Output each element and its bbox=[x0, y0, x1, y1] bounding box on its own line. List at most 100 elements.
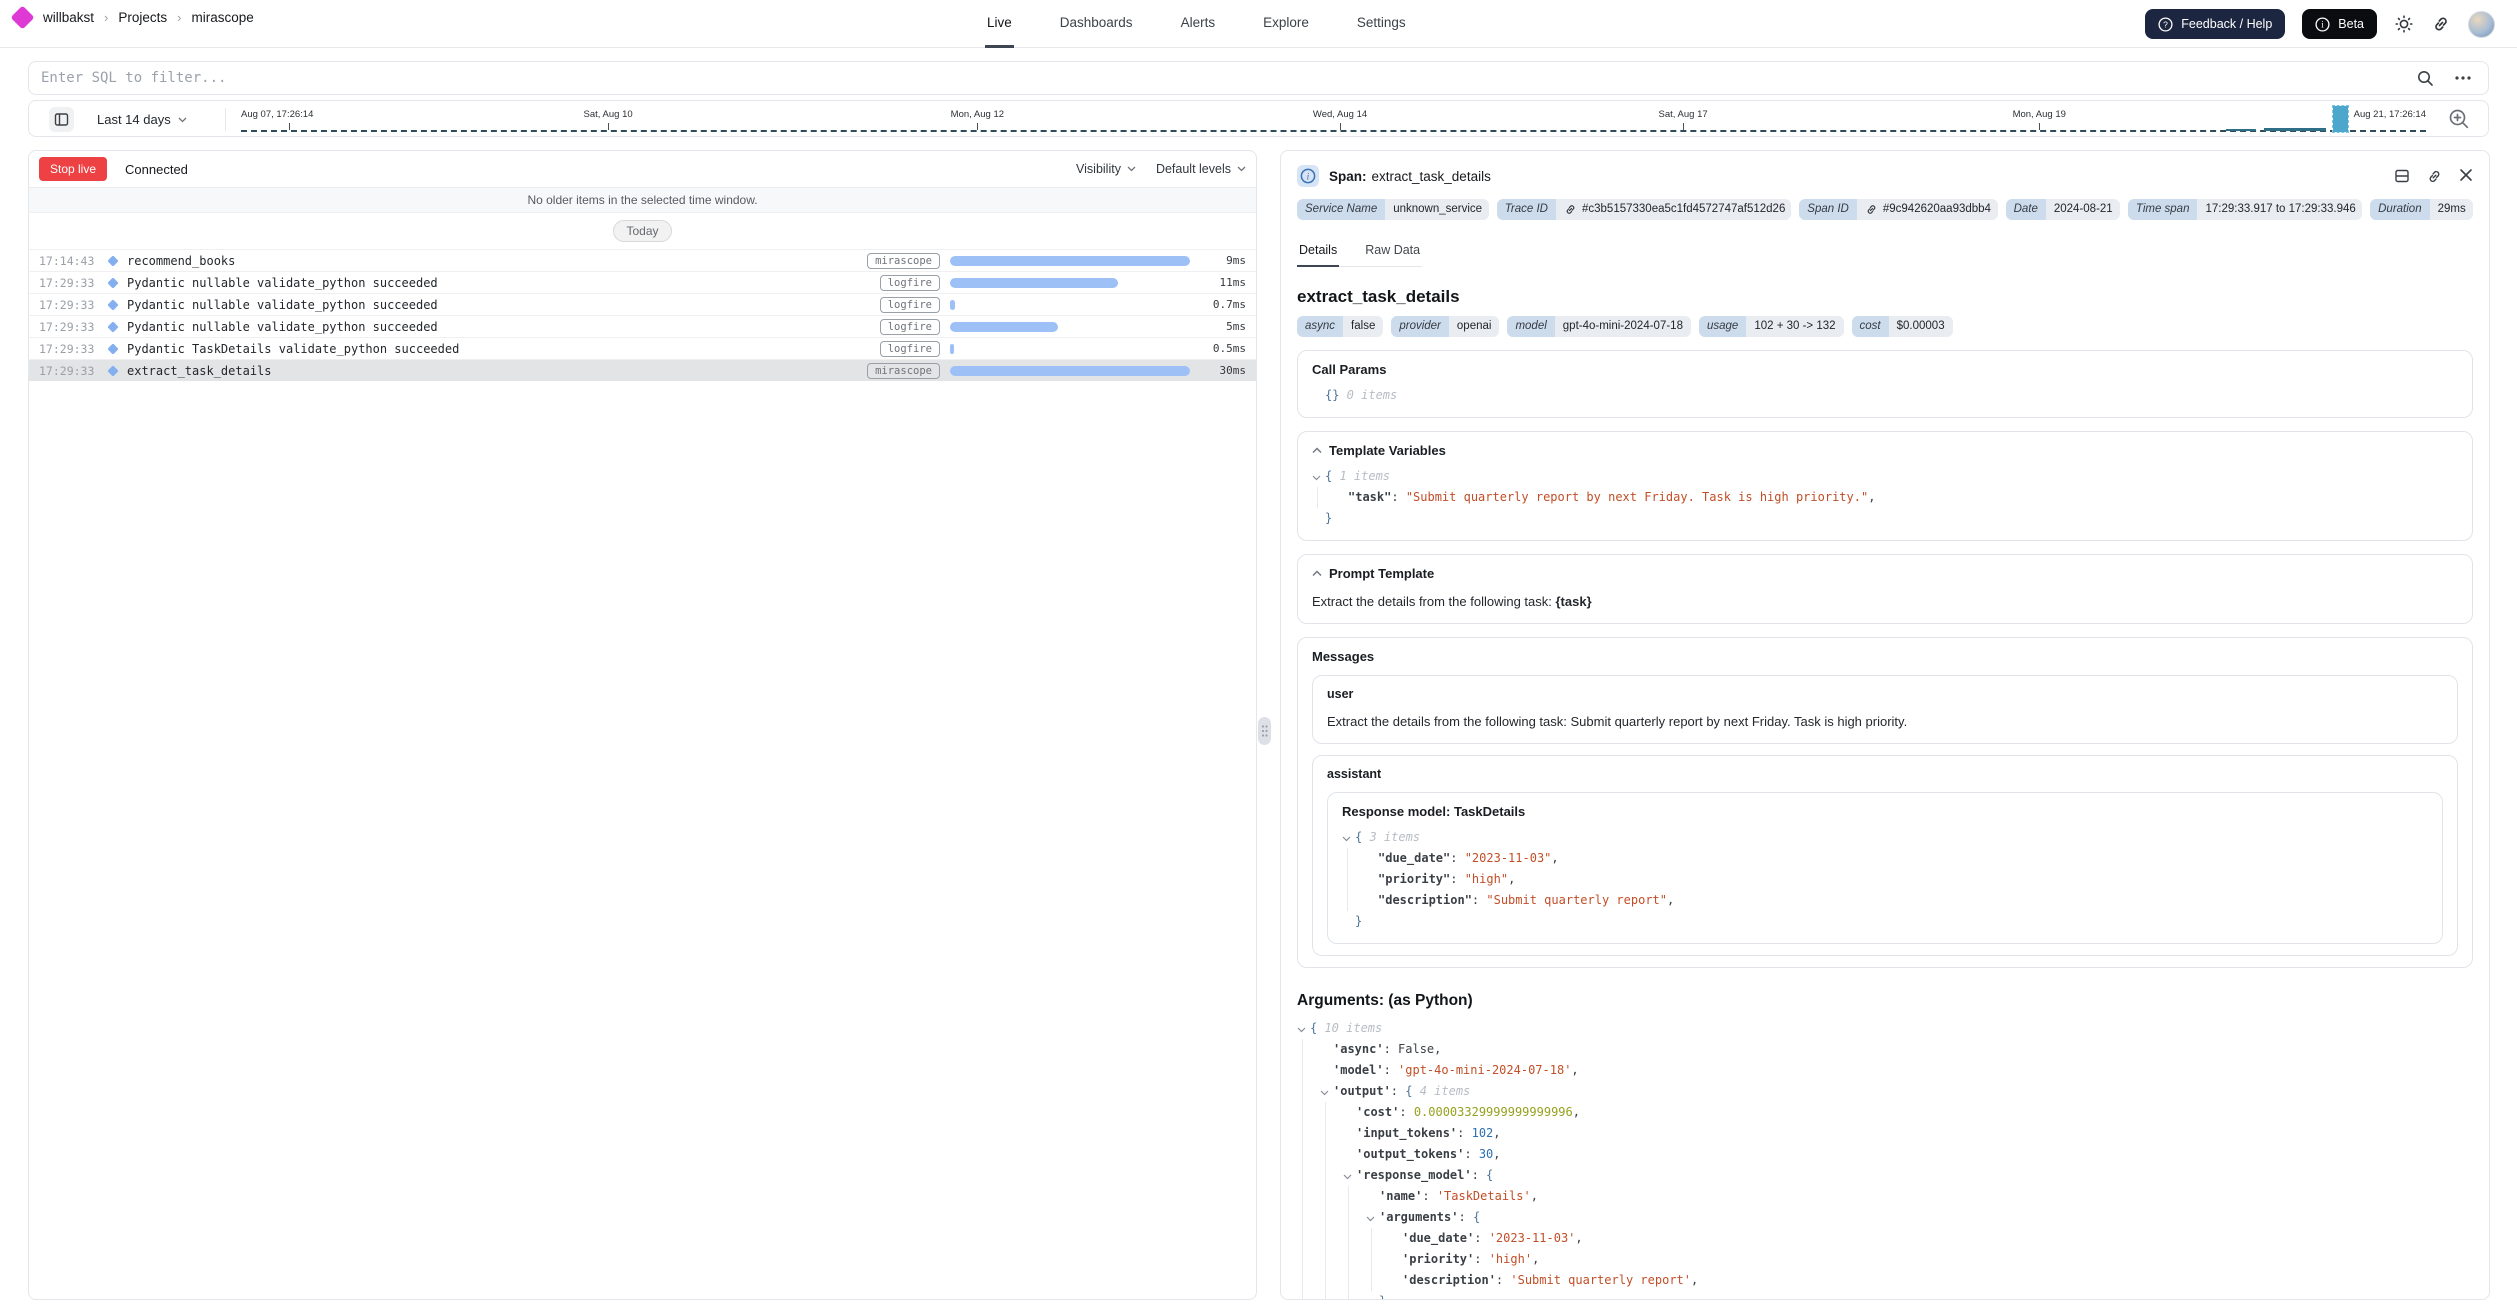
tree-collapse-toggle[interactable] bbox=[1320, 1090, 1333, 1096]
tree-token-it: 1 items bbox=[1332, 466, 1390, 487]
tree-line: 'output_tokens': 30, bbox=[1343, 1144, 2473, 1165]
panel-splitter-handle[interactable] bbox=[1258, 717, 1271, 745]
nav-tab-dashboards[interactable]: Dashboards bbox=[1058, 0, 1135, 48]
nav-tab-live[interactable]: Live bbox=[985, 0, 1014, 48]
time-range-dropdown[interactable]: Last 14 days bbox=[97, 101, 187, 138]
badge-label: async bbox=[1297, 316, 1343, 337]
tree-collapse-icon[interactable] bbox=[1366, 1216, 1375, 1222]
span-heading: extract_task_details bbox=[1297, 287, 2473, 307]
day-divider-chip: Today bbox=[613, 220, 671, 242]
badge-value: openai bbox=[1449, 316, 1500, 337]
tree-line: { 3 items bbox=[1342, 827, 2428, 848]
span-diamond-icon bbox=[107, 255, 118, 266]
tree-token-it: 0 items bbox=[1339, 385, 1397, 406]
timeline-selection[interactable] bbox=[2333, 106, 2348, 132]
nav-tab-settings[interactable]: Settings bbox=[1355, 0, 1408, 48]
tree-token-p: : bbox=[1496, 1270, 1510, 1291]
timeline-tick-label: Aug 21, 17:26:14 bbox=[2354, 109, 2426, 120]
tree-collapse-icon[interactable] bbox=[1320, 1090, 1329, 1096]
tree-line: { 10 items bbox=[1297, 1018, 2473, 1039]
tree-collapse-toggle[interactable] bbox=[1297, 1027, 1310, 1033]
close-icon[interactable] bbox=[2459, 168, 2473, 182]
trace-row-name: Pydantic nullable validate_python succee… bbox=[127, 298, 880, 312]
logo-diamond-icon[interactable] bbox=[10, 5, 34, 29]
default-levels-dropdown[interactable]: Default levels bbox=[1156, 162, 1246, 176]
trace-row-name: Pydantic TaskDetails validate_python suc… bbox=[127, 342, 880, 356]
call-params-title: Call Params bbox=[1312, 362, 2458, 377]
tree-collapse-toggle[interactable] bbox=[1342, 836, 1355, 842]
empty-window-notice: No older items in the selected time wind… bbox=[29, 188, 1256, 213]
response-model-tree: { 3 items"due_date": "2023-11-03","prior… bbox=[1342, 827, 2428, 932]
badge-label: Trace ID bbox=[1497, 199, 1556, 220]
user-message-card: user Extract the details from the follow… bbox=[1312, 675, 2458, 744]
trace-row[interactable]: 17:29:33Pydantic nullable validate_pytho… bbox=[29, 315, 1256, 337]
beta-button[interactable]: i Beta bbox=[2302, 9, 2377, 39]
tree-token-s: "high" bbox=[1465, 869, 1508, 890]
trace-row-name: extract_task_details bbox=[127, 364, 867, 378]
duration-bar bbox=[950, 300, 955, 310]
badge-label: model bbox=[1507, 316, 1554, 337]
messages-card: Messages user Extract the details from t… bbox=[1297, 637, 2473, 968]
meta-badge-service-name: Service Nameunknown_service bbox=[1297, 199, 1489, 220]
tree-collapse-icon[interactable] bbox=[1312, 475, 1321, 481]
share-link-button[interactable] bbox=[2431, 14, 2451, 34]
breadcrumb-org[interactable]: willbakst bbox=[43, 10, 94, 25]
sidebar-toggle-button[interactable] bbox=[49, 107, 74, 132]
tree-group: 'async': False,'model': 'gpt-4o-mini-202… bbox=[1302, 1039, 2473, 1300]
badge-value[interactable]: #c3b5157330ea5c1fd4572747af512d26 bbox=[1556, 199, 1791, 220]
tree-collapse-icon[interactable] bbox=[1343, 1174, 1352, 1180]
tree-line: } bbox=[1342, 911, 2428, 932]
user-avatar[interactable] bbox=[2468, 11, 2495, 38]
trace-row[interactable]: 17:14:43recommend_booksmirascope9ms bbox=[29, 249, 1256, 271]
trace-row[interactable]: 17:29:33Pydantic TaskDetails validate_py… bbox=[29, 337, 1256, 359]
badge-label: Service Name bbox=[1297, 199, 1385, 220]
breadcrumb-project[interactable]: mirascope bbox=[191, 10, 253, 25]
trace-row[interactable]: 17:29:33extract_task_detailsmirascope30m… bbox=[29, 359, 1256, 381]
nav-tab-explore[interactable]: Explore bbox=[1261, 0, 1311, 48]
chevron-up-icon[interactable] bbox=[1312, 447, 1322, 454]
split-view-icon[interactable] bbox=[2394, 168, 2410, 184]
tree-collapse-toggle[interactable] bbox=[1366, 1216, 1379, 1222]
tree-collapse-toggle[interactable] bbox=[1343, 1174, 1356, 1180]
tree-collapse-icon[interactable] bbox=[1342, 836, 1351, 842]
more-options-icon[interactable] bbox=[2454, 75, 2472, 81]
tree-collapse-toggle[interactable] bbox=[1312, 475, 1325, 481]
tree-line: 'name': 'TaskDetails', bbox=[1366, 1186, 2473, 1207]
tree-token-p: , bbox=[1575, 1228, 1582, 1249]
tree-token-it: 3 items bbox=[1362, 827, 1420, 848]
template-variables-tree: { 1 items"task": "Submit quarterly repor… bbox=[1312, 466, 2458, 529]
tree-collapse-icon[interactable] bbox=[1297, 1027, 1306, 1033]
tree-group: "due_date": "2023-11-03","priority": "hi… bbox=[1347, 848, 2428, 911]
trace-row[interactable]: 17:29:33Pydantic nullable validate_pytho… bbox=[29, 271, 1256, 293]
zoom-in-button[interactable] bbox=[2448, 108, 2470, 130]
breadcrumb-projects[interactable]: Projects bbox=[118, 10, 167, 25]
live-controls: Stop live Connected Visibility Default l… bbox=[29, 151, 1256, 188]
span-tab-details[interactable]: Details bbox=[1297, 237, 1339, 267]
nav-tab-alerts[interactable]: Alerts bbox=[1179, 0, 1218, 48]
tree-token-k: "description" bbox=[1378, 890, 1472, 911]
timeline-histogram[interactable]: Aug 07, 17:26:14Sat, Aug 10Mon, Aug 12We… bbox=[241, 101, 2426, 138]
timeline-tick-label: Sat, Aug 10 bbox=[584, 109, 633, 120]
sql-filter-input[interactable]: Enter SQL to filter... bbox=[41, 70, 226, 86]
sql-filter-bar[interactable]: Enter SQL to filter... bbox=[28, 61, 2489, 95]
span-diamond-icon bbox=[107, 299, 118, 310]
visibility-dropdown[interactable]: Visibility bbox=[1076, 162, 1136, 176]
search-icon[interactable] bbox=[2417, 70, 2434, 87]
stop-live-button[interactable]: Stop live bbox=[39, 157, 107, 181]
copy-link-icon[interactable] bbox=[2426, 168, 2443, 185]
tree-token-s: "2023-11-03" bbox=[1465, 848, 1552, 869]
tree-token-p: : bbox=[1457, 1123, 1471, 1144]
badge-value: unknown_service bbox=[1385, 199, 1489, 220]
response-model-card: Response model: TaskDetails { 3 items"du… bbox=[1327, 792, 2443, 944]
trace-row[interactable]: 17:29:33Pydantic nullable validate_pytho… bbox=[29, 293, 1256, 315]
chevron-up-icon[interactable] bbox=[1312, 570, 1322, 577]
feedback-help-button[interactable]: ? Feedback / Help bbox=[2145, 9, 2285, 39]
tree-token-b: { bbox=[1325, 466, 1332, 487]
span-tab-raw-data[interactable]: Raw Data bbox=[1363, 237, 1422, 267]
theme-toggle-button[interactable] bbox=[2394, 14, 2414, 34]
tree-token-s: 'Submit quarterly report' bbox=[1510, 1270, 1691, 1291]
tree-token-k: "task" bbox=[1348, 487, 1391, 508]
duration-bar-track bbox=[950, 256, 1190, 266]
badge-value[interactable]: #9c942620aa93dbb4 bbox=[1857, 199, 1998, 220]
tree-token-k: 'priority' bbox=[1402, 1249, 1474, 1270]
